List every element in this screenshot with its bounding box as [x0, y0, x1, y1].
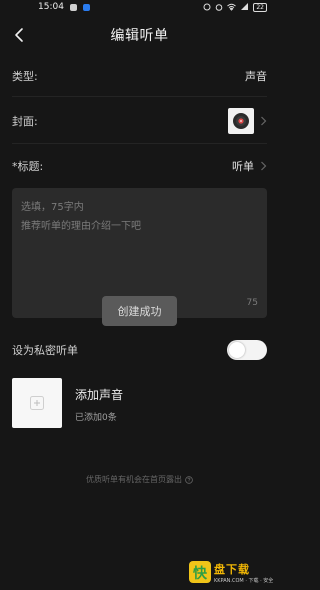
- back-button[interactable]: [10, 25, 30, 45]
- title-row[interactable]: *标题: 听单: [12, 156, 267, 176]
- page-title: 编辑听单: [110, 28, 169, 44]
- notification-icon: [69, 3, 77, 11]
- back-arrow-icon: [15, 28, 23, 42]
- status-left: 15:04: [38, 2, 90, 12]
- dnd-icon: [203, 3, 211, 11]
- type-row[interactable]: 类型: 声音: [12, 66, 267, 86]
- title-label: *标题:: [12, 160, 44, 173]
- title-value-wrap: 听单: [232, 158, 267, 174]
- success-toast: 创建成功: [102, 296, 177, 326]
- private-row: 设为私密听单: [12, 339, 267, 361]
- watermark-logo-char: 快: [193, 566, 207, 582]
- cover-value-wrap: [228, 108, 267, 134]
- toggle-knob: [229, 342, 245, 358]
- status-bar: 15:04 22: [0, 0, 279, 14]
- footer-tip: 优质听单有机会在首页露出: [0, 474, 279, 485]
- type-label: 类型:: [12, 70, 38, 83]
- chevron-right-icon: [261, 161, 267, 171]
- app-notification-icon: [82, 3, 90, 11]
- divider: [12, 143, 267, 144]
- battery-indicator: 22: [253, 2, 267, 12]
- cover-row[interactable]: 封面:: [12, 106, 267, 136]
- added-count: 已添加0条: [75, 413, 117, 423]
- navigation-bar: 编辑听单: [0, 22, 279, 48]
- chevron-right-icon: [261, 116, 267, 126]
- add-sound-title[interactable]: 添加声音: [75, 386, 123, 403]
- add-sound-button[interactable]: [12, 378, 62, 428]
- type-value-wrap: 声音: [245, 68, 267, 84]
- record-icon: [233, 113, 249, 129]
- watermark-text: 盘下载 KKPAN.COM · 下载 · 安全: [214, 561, 273, 584]
- footer-tip-text: 优质听单有机会在首页露出: [86, 475, 182, 484]
- cover-thumbnail[interactable]: [228, 108, 254, 134]
- watermark-logo: 快 盘下载 KKPAN.COM · 下载 · 安全: [189, 557, 275, 587]
- watermark-main: 盘下载: [214, 562, 250, 576]
- watermark-badge: 快: [189, 561, 211, 583]
- signal-icon: [241, 3, 249, 10]
- wifi-icon: [227, 3, 237, 11]
- plus-icon: [30, 396, 44, 410]
- type-value: 声音: [245, 70, 267, 83]
- status-right: 22: [203, 2, 267, 12]
- private-toggle[interactable]: [227, 340, 267, 360]
- character-limit: 75: [246, 298, 258, 308]
- cover-label: 封面:: [12, 115, 38, 128]
- description-placeholder-line1: 选填，75字内: [21, 202, 84, 213]
- divider: [12, 96, 267, 97]
- description-placeholder-line2: 推荐听单的理由介绍一下吧: [21, 221, 141, 232]
- title-value: 听单: [232, 160, 254, 173]
- private-label: 设为私密听单: [12, 344, 78, 357]
- status-time: 15:04: [38, 2, 64, 12]
- alarm-icon: [216, 4, 223, 11]
- question-icon[interactable]: [185, 475, 193, 484]
- watermark-sub: KKPAN.COM · 下载 · 安全: [214, 577, 274, 584]
